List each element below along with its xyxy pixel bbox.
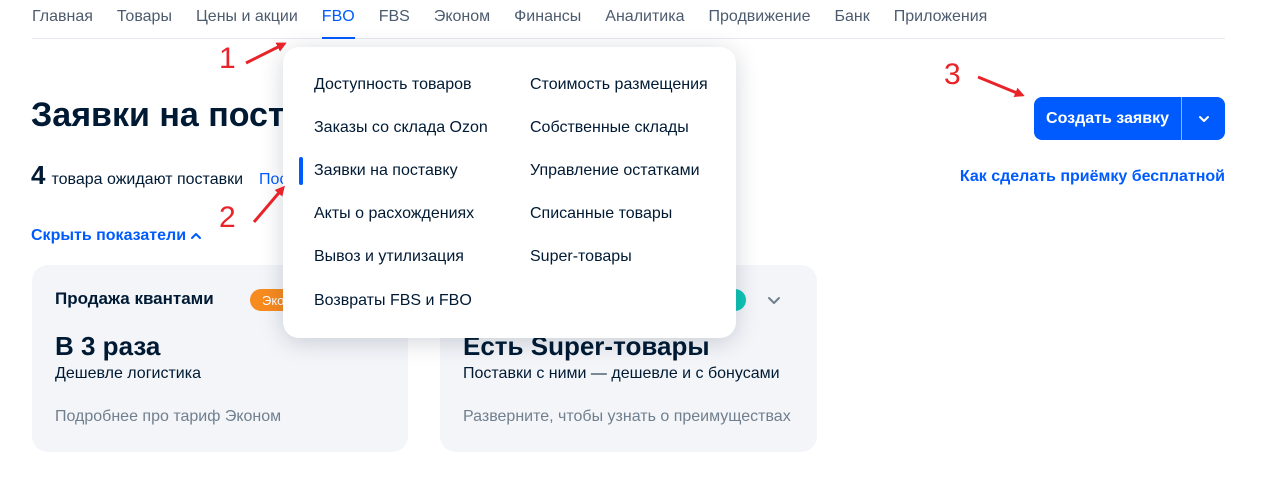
create-request-button[interactable]: Создать заявку (1034, 97, 1181, 140)
menu-item-super-products[interactable]: Super-товары (530, 248, 632, 266)
nav-item-finance[interactable]: Финансы (514, 0, 581, 39)
nav-item-fbo[interactable]: FBO (321, 0, 355, 39)
nav-item-apps[interactable]: Приложения (894, 0, 988, 39)
arrow-2 (252, 185, 285, 223)
free-acceptance-link[interactable]: Как сделать приёмку бесплатной (960, 168, 1225, 186)
annotation-number-1: 1 (219, 42, 236, 75)
card-title: Продажа квантами (55, 289, 214, 308)
nav-item-analytics[interactable]: Аналитика (605, 0, 684, 39)
annotation-number-2: 2 (219, 201, 236, 234)
chevron-down-icon (1198, 115, 1209, 122)
create-request-button-group: Создать заявку (1034, 97, 1225, 140)
menu-item-placement-cost[interactable]: Стоимость размещения (530, 76, 708, 94)
awaiting-text: товара ожидают поставки (51, 171, 244, 188)
card-headline: В 3 раза (55, 331, 161, 361)
top-nav-list: Главная Товары Цены и акции FBO FBS Экон… (32, 0, 1225, 39)
hide-indicators-link[interactable]: Скрыть показатели (31, 227, 202, 245)
nav-item-bank[interactable]: Банк (835, 0, 870, 39)
chevron-down-icon[interactable] (766, 292, 782, 308)
hide-indicators-label: Скрыть показатели (31, 227, 187, 244)
menu-item-removal-disposal[interactable]: Вывоз и утилизация (314, 248, 464, 266)
top-nav: Главная Товары Цены и акции FBO FBS Экон… (32, 0, 1225, 39)
menu-item-product-availability[interactable]: Доступность товаров (314, 76, 472, 94)
fbo-dropdown-menu: Доступность товаров Заказы со склада Ozo… (283, 47, 736, 338)
nav-item-promotion[interactable]: Продвижение (709, 0, 811, 39)
annotation-number-3: 3 (944, 58, 961, 91)
active-indicator (299, 157, 303, 185)
menu-item-stock-management[interactable]: Управление остатками (530, 162, 700, 180)
card-subtitle: Дешевле логистика (55, 365, 201, 382)
supply-summary: 4 товара ожидают поставки Пос (31, 160, 287, 191)
awaiting-count: 4 (31, 160, 46, 190)
card-subtitle: Поставки с ними — дешевле и с бонусами (463, 365, 780, 382)
menu-item-discrepancy-acts[interactable]: Акты о расхождениях (314, 205, 474, 223)
nav-item-fbs[interactable]: FBS (379, 0, 410, 39)
nav-item-prices[interactable]: Цены и акции (196, 0, 298, 39)
menu-item-own-warehouses[interactable]: Собственные склады (530, 119, 689, 137)
menu-item-supply-requests[interactable]: Заявки на поставку (314, 162, 458, 180)
card-footer-link[interactable]: Подробнее про тариф Эконом (55, 408, 281, 426)
page-title: Заявки на поста (31, 96, 304, 134)
menu-item-written-off[interactable]: Списанные товары (530, 205, 672, 223)
nav-item-econom[interactable]: Эконом (434, 0, 490, 39)
arrow-1 (245, 42, 287, 65)
chevron-up-icon (191, 233, 202, 239)
menu-item-returns[interactable]: Возвраты FBS и FBO (314, 292, 472, 310)
nav-item-home[interactable]: Главная (32, 0, 93, 39)
arrow-3 (977, 75, 1025, 97)
nav-item-products[interactable]: Товары (117, 0, 172, 39)
card-footer-text: Разверните, чтобы узнать о преимуществах (463, 408, 791, 425)
menu-item-ozon-warehouse-orders[interactable]: Заказы со склада Ozon (314, 119, 488, 137)
create-request-options-button[interactable] (1181, 97, 1225, 140)
